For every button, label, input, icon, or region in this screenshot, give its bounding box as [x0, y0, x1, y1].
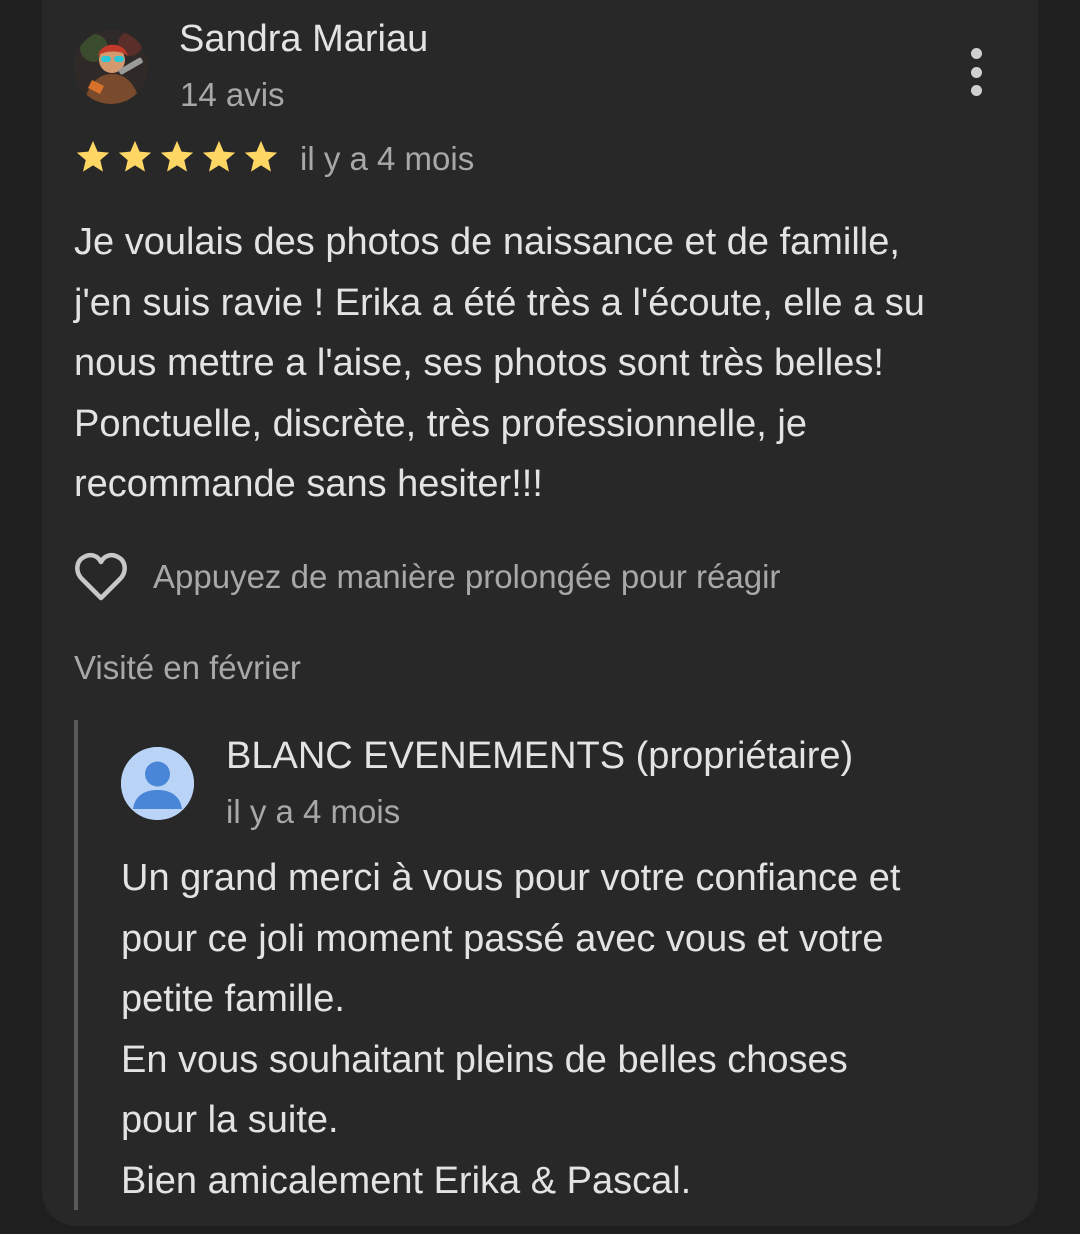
more-dot: [970, 66, 982, 78]
more-dot: [970, 48, 982, 59]
author-avatar[interactable]: [74, 30, 148, 104]
more-vert-icon[interactable]: [950, 44, 1002, 100]
reply-divider: [74, 720, 78, 1210]
owner-reply-text: Un grand merci à vous pour votre confian…: [121, 848, 1021, 1211]
review-text-line: recommande sans hesiter!!!: [74, 463, 543, 505]
person-icon: [121, 747, 194, 820]
reply-text-line: En vous souhaitant pleins de belles chos…: [121, 1038, 848, 1081]
author-name[interactable]: Sandra Mariau: [179, 18, 428, 61]
star-rating: [74, 138, 280, 178]
review-text: Je voulais des photos de naissance et de…: [74, 212, 1014, 515]
review-text-line: Ponctuelle, discrète, très professionnel…: [74, 402, 807, 445]
review-text-line: nous mettre a l'aise, ses photos sont tr…: [74, 342, 884, 384]
star-icon: [118, 140, 152, 172]
star-icon: [202, 140, 236, 172]
more-dot: [970, 85, 982, 96]
review-text-line: Je voulais des photos de naissance et de…: [74, 221, 900, 263]
star-icon: [160, 140, 194, 172]
visited-date: Visité en février: [74, 649, 301, 686]
author-review-count: 14 avis: [180, 76, 285, 113]
heart-outline-icon[interactable]: [74, 552, 128, 602]
star-icon: [244, 140, 278, 172]
reply-text-line: Un grand merci à vous pour votre confian…: [121, 857, 901, 899]
reply-text-line: Bien amicalement Erika & Pascal.: [121, 1159, 692, 1202]
review-text-line: j'en suis ravie ! Erika a été très a l'é…: [74, 281, 925, 324]
owner-reply-date: il y a 4 mois: [226, 793, 401, 830]
react-button[interactable]: Appuyez de manière prolongée pour réagir: [74, 550, 780, 604]
review-date: il y a 4 mois: [300, 140, 475, 177]
react-hint: Appuyez de manière prolongée pour réagir: [153, 558, 781, 595]
owner-avatar: [121, 747, 194, 820]
owner-name: BLANC EVENEMENTS (propriétaire): [226, 735, 854, 777]
reply-text-line: pour la suite.: [121, 1099, 339, 1141]
star-icon: [76, 140, 110, 172]
reply-text-line: pour ce joli moment passé avec vous et v…: [121, 917, 884, 960]
reply-text-line: petite famille.: [121, 978, 345, 1020]
author-avatar-image: [74, 30, 148, 104]
